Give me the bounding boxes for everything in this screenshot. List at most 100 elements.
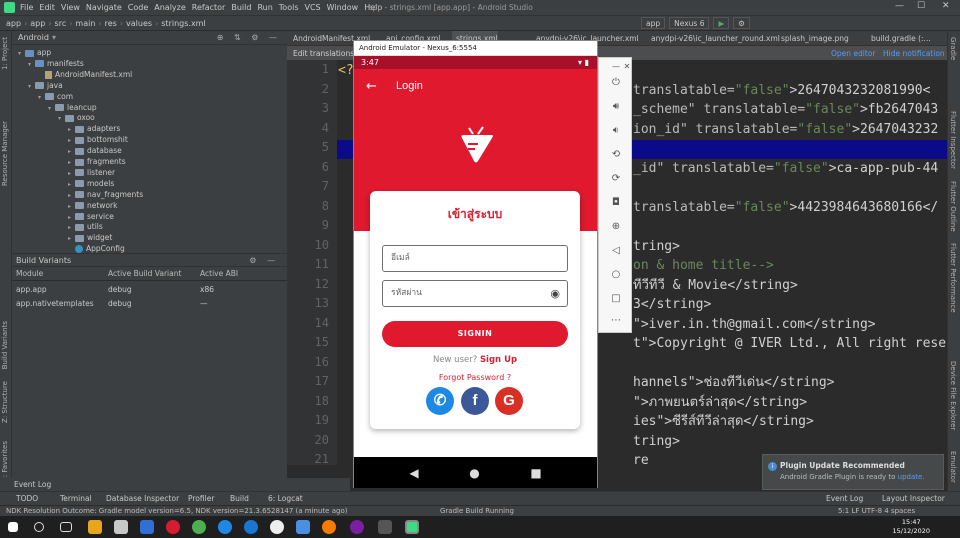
tab-logcat[interactable]: 6: Logcat bbox=[268, 494, 303, 503]
expand-arrow-icon[interactable]: ▾ bbox=[28, 81, 35, 92]
tab-build[interactable]: Build bbox=[230, 494, 249, 503]
menu-file[interactable]: File bbox=[20, 3, 33, 12]
variant-cell[interactable]: debug bbox=[108, 299, 132, 308]
menu-build[interactable]: Build bbox=[231, 3, 251, 12]
zoom-icon[interactable]: ⊕ bbox=[608, 220, 624, 234]
menu-code[interactable]: Code bbox=[128, 3, 148, 12]
tree-folder[interactable]: ▸ bottomshit bbox=[68, 134, 128, 145]
table-row[interactable]: app.nativetemplates debug — bbox=[12, 296, 287, 310]
tab-resource-manager[interactable]: Resource Manager bbox=[1, 121, 9, 186]
tab-device-file-explorer[interactable]: Device File Explorer bbox=[949, 361, 957, 430]
maximize-icon[interactable]: ☐ bbox=[917, 1, 925, 11]
tab-terminal[interactable]: Terminal bbox=[60, 494, 92, 503]
tree-folder[interactable]: ▸ fragments bbox=[68, 156, 126, 167]
expand-arrow-icon[interactable]: ▾ bbox=[28, 59, 35, 70]
build-variants-tools[interactable]: ⚙ — bbox=[249, 256, 279, 265]
tab-splash-image[interactable]: splash_image.png bbox=[777, 31, 849, 46]
breadcrumb-item[interactable]: values bbox=[126, 19, 152, 28]
tree-folder[interactable]: ▸ widget bbox=[68, 232, 112, 243]
task-view-icon[interactable] bbox=[60, 522, 72, 532]
code-line[interactable]: translatable="false">4423984643680166</ bbox=[633, 198, 938, 217]
rotate-right-icon[interactable]: ⟳ bbox=[608, 172, 624, 186]
back-icon[interactable]: ◁ bbox=[608, 244, 624, 258]
tree-folder[interactable]: ▾ java bbox=[28, 80, 63, 91]
code-line[interactable]: translatable="false">2647043232081990< bbox=[633, 81, 930, 100]
device-select[interactable]: Nexus 6 bbox=[669, 17, 710, 29]
tree-folder[interactable]: ▸ nav_fragments bbox=[68, 189, 143, 200]
nav-home-icon[interactable]: ● bbox=[469, 466, 479, 480]
app-icon[interactable] bbox=[114, 520, 128, 534]
abi-cell[interactable]: — bbox=[200, 299, 208, 308]
chrome-beta-icon[interactable] bbox=[244, 520, 258, 534]
signup-link[interactable]: Sign Up bbox=[480, 355, 517, 365]
open-editor-link[interactable]: Open editor bbox=[831, 49, 876, 58]
code-line[interactable]: tring> bbox=[633, 237, 680, 256]
tab-flutter-outline[interactable]: Flutter Outline bbox=[949, 181, 957, 232]
rotate-left-icon[interactable]: ⟲ bbox=[608, 148, 624, 162]
tab-favorites[interactable]: 2: Favorites bbox=[1, 441, 9, 482]
code-line[interactable]: <? bbox=[338, 61, 354, 80]
code-line[interactable]: tring> bbox=[633, 432, 680, 451]
minimize-icon[interactable]: — bbox=[895, 1, 904, 11]
code-line[interactable]: on & home title--> bbox=[633, 256, 774, 275]
tab-event-log[interactable]: Event Log bbox=[826, 494, 863, 503]
tree-folder[interactable]: ▾ app bbox=[18, 47, 51, 58]
signin-button[interactable]: SIGNIN bbox=[382, 321, 568, 347]
expand-arrow-icon[interactable]: ▾ bbox=[48, 103, 55, 114]
search-icon[interactable] bbox=[34, 522, 44, 532]
breadcrumb-item[interactable]: strings.xml bbox=[161, 19, 205, 28]
tab-build-variants[interactable]: Build Variants bbox=[1, 321, 9, 369]
code-line[interactable]: hannels">ช่องทีวีเด่น</string> bbox=[633, 373, 835, 392]
code-line[interactable]: 3</string> bbox=[633, 295, 711, 314]
expand-arrow-icon[interactable]: ▾ bbox=[58, 113, 65, 124]
close-icon[interactable]: ✕ bbox=[942, 1, 950, 11]
tree-file[interactable]: AndroidManifest.xml bbox=[38, 69, 132, 80]
app-icon[interactable] bbox=[296, 520, 310, 534]
back-arrow-icon[interactable]: ← bbox=[366, 79, 384, 94]
google-login-icon[interactable]: G bbox=[495, 387, 523, 415]
eye-icon[interactable]: ◉ bbox=[550, 281, 560, 306]
tree-folder[interactable]: ▸ adapters bbox=[68, 123, 120, 134]
code-line[interactable]: _scheme" translatable="false">fb2647043 bbox=[633, 100, 938, 119]
variant-cell[interactable]: debug bbox=[108, 285, 132, 294]
code-line[interactable]: ies">ซีรีส์ทีวีล่าสุด</string> bbox=[633, 412, 814, 431]
tree-folder[interactable]: ▸ listener bbox=[68, 167, 115, 178]
phone-login-icon[interactable]: ✆ bbox=[426, 387, 454, 415]
tab-gradle[interactable]: Gradle bbox=[949, 37, 957, 60]
tab-ic-launcher-round[interactable]: anydpi-v26\ic_launcher_round.xml bbox=[647, 31, 780, 46]
more-icon[interactable]: ⋯ bbox=[608, 314, 624, 328]
run-button[interactable]: ▶ bbox=[713, 17, 730, 29]
event-log-tab[interactable]: Event Log bbox=[0, 478, 350, 491]
code-line[interactable]: re bbox=[633, 451, 649, 465]
tree-folder[interactable]: ▾ oxoo bbox=[58, 112, 95, 123]
emulator-title[interactable]: Android Emulator - Nexus_6:5554 bbox=[354, 41, 597, 56]
breadcrumb-item[interactable]: main bbox=[75, 19, 95, 28]
tree-folder[interactable]: ▾ manifests bbox=[28, 58, 84, 69]
camera-icon[interactable]: ◘ bbox=[608, 196, 624, 210]
home-icon[interactable]: ○ bbox=[608, 268, 624, 282]
breadcrumb-item[interactable]: app bbox=[6, 19, 21, 28]
menu-view[interactable]: View bbox=[61, 3, 80, 12]
menu-navigate[interactable]: Navigate bbox=[86, 3, 122, 12]
overview-icon[interactable]: □ bbox=[608, 292, 624, 306]
tab-profiler[interactable]: Profiler bbox=[188, 494, 214, 503]
tab-flutter-inspector[interactable]: Flutter Inspector bbox=[949, 111, 957, 169]
clock[interactable]: 15:47 15/12/2020 bbox=[893, 518, 930, 536]
breadcrumb-item[interactable]: res bbox=[105, 19, 117, 28]
volume-down-icon[interactable]: 🔉︎ bbox=[608, 124, 624, 138]
windows-start-icon[interactable] bbox=[8, 522, 18, 532]
code-line[interactable]: ">iver.in.th@gmail.com</string> bbox=[633, 315, 876, 334]
tab-database-inspector[interactable]: Database Inspector bbox=[106, 494, 179, 503]
android-studio-taskbar-icon[interactable] bbox=[405, 520, 419, 534]
firefox-icon[interactable] bbox=[322, 520, 336, 534]
breadcrumb-item[interactable]: src bbox=[55, 19, 67, 28]
chrome-icon[interactable] bbox=[192, 520, 206, 534]
app-icon[interactable] bbox=[270, 520, 284, 534]
app-icon[interactable] bbox=[140, 520, 154, 534]
project-view-select[interactable]: Android bbox=[18, 33, 49, 42]
power-icon[interactable]: ⏻ bbox=[608, 76, 624, 90]
breadcrumb-item[interactable]: app bbox=[30, 19, 45, 28]
tab-layout-inspector[interactable]: Layout Inspector bbox=[882, 494, 945, 503]
opera-icon[interactable] bbox=[166, 520, 180, 534]
tree-folder[interactable]: ▾ leancup bbox=[48, 102, 97, 113]
